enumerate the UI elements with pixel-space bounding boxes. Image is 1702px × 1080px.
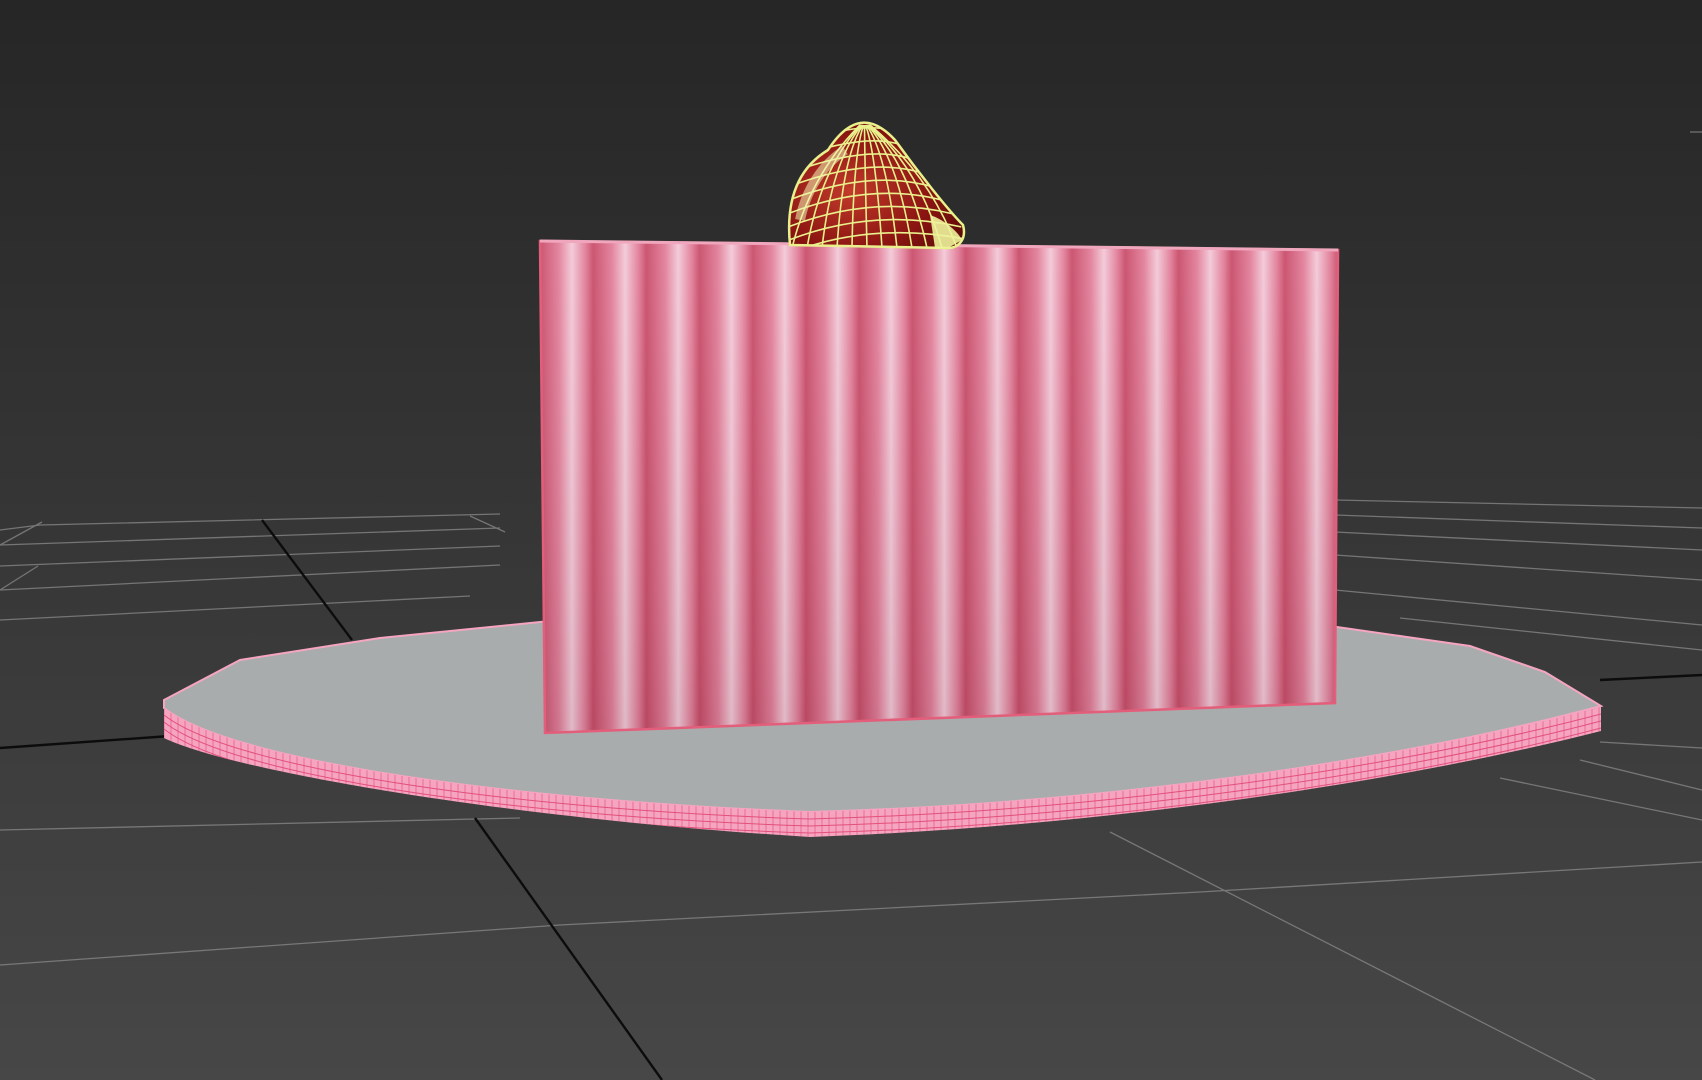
3d-viewport[interactable] xyxy=(0,0,1702,1080)
viewport-scene[interactable] xyxy=(0,0,1702,1080)
cake-slice[interactable] xyxy=(538,239,1340,735)
